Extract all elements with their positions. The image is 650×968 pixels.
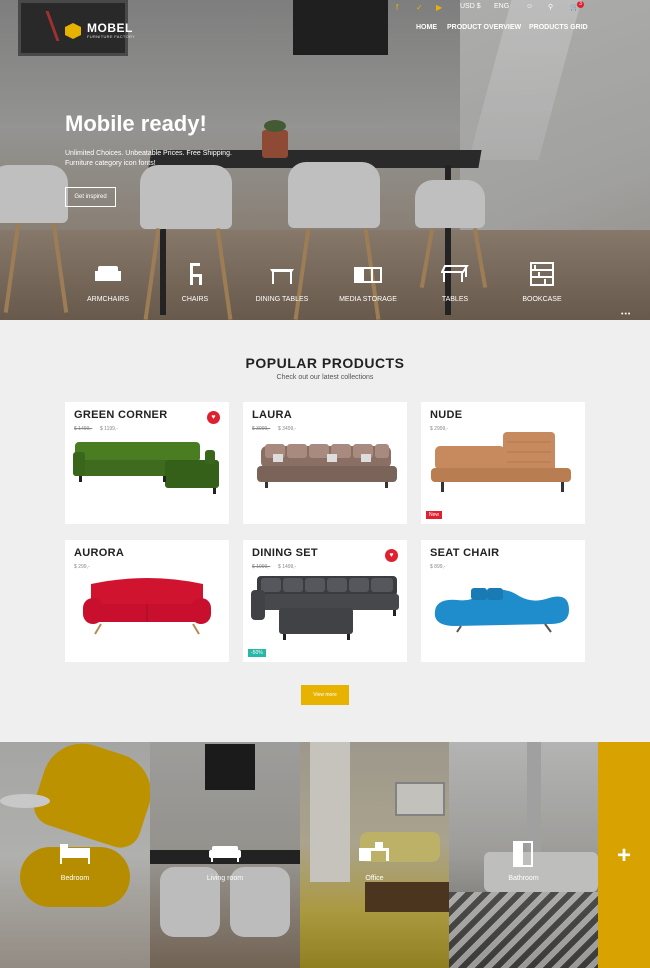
plus-icon: +	[616, 842, 631, 869]
category-media-storage[interactable]: MEDIA STORAGE	[328, 262, 408, 303]
product-name: AURORA	[74, 547, 125, 559]
sofa-image	[73, 442, 219, 494]
logo-icon[interactable]	[65, 23, 81, 39]
sofa-icon	[209, 846, 241, 862]
room-tile-living-room[interactable]: Living room	[150, 742, 300, 968]
product-card[interactable]: LAURA $ 3999,- $ 3499,-	[243, 402, 407, 524]
hero-subtitle: Unlimited Choices. Unbeatable Prices. Fr…	[65, 150, 232, 167]
category-label: ARMCHAIRS	[86, 296, 129, 303]
section-subtitle: Check out our latest collections	[276, 374, 374, 381]
sofa-image	[251, 576, 399, 640]
table-icon	[441, 265, 469, 282]
media-storage-icon	[354, 267, 382, 283]
view-more-button[interactable]: View more	[301, 685, 349, 705]
navbar: MOBEL FURNITURE FACTORY f ✓ ▶ USD $ ENG …	[0, 0, 650, 45]
language-selector[interactable]: ENG	[494, 3, 509, 10]
product-card[interactable]: SEAT CHAIR $ 899,-	[421, 540, 585, 662]
bed-icon	[60, 844, 90, 864]
favorite-heart-icon[interactable]: ♥	[385, 549, 398, 562]
room-label: Living room	[206, 875, 244, 882]
armchair-icon	[95, 266, 121, 281]
product-card[interactable]: NUDE $ 2999,- New	[421, 402, 585, 524]
product-name: NUDE	[430, 409, 463, 421]
currency-selector[interactable]: USD $	[460, 3, 481, 10]
sofa-image	[257, 444, 397, 488]
nav-home[interactable]: HOME	[416, 24, 437, 31]
category-label: CHAIRS	[181, 296, 209, 303]
rooms-strip: Bedroom Living room Office Bathroom +	[0, 742, 650, 968]
room-label: Office	[365, 875, 384, 882]
category-label: BOOKCASE	[522, 296, 562, 303]
more-rooms-button[interactable]: +	[598, 742, 650, 968]
sofa-image	[431, 432, 571, 492]
hero-title: Mobile ready!	[65, 111, 207, 136]
product-name: LAURA	[252, 409, 292, 421]
category-chairs[interactable]: CHAIRS	[155, 262, 235, 303]
room-tile-office[interactable]: Office	[300, 742, 449, 968]
youtube-icon[interactable]: ▶	[436, 3, 442, 12]
category-tables[interactable]: TABLES	[415, 262, 495, 303]
bookcase-icon	[530, 262, 554, 286]
category-bookcase[interactable]: BOOKCASE	[502, 262, 582, 303]
room-tile-bedroom[interactable]: Bedroom	[0, 742, 150, 968]
category-label: DINING TABLES	[255, 296, 309, 303]
twitter-icon[interactable]: ✓	[416, 3, 423, 12]
category-dining-tables[interactable]: DINING TABLES	[242, 262, 322, 303]
bathroom-icon	[513, 841, 533, 867]
product-name: DINING SET	[252, 547, 318, 559]
desk-icon	[359, 842, 389, 861]
get-inspired-button[interactable]: Get inspired	[65, 187, 116, 207]
dining-table-icon	[270, 269, 294, 284]
section-title: POPULAR PRODUCTS	[245, 355, 405, 371]
user-icon[interactable]: ☺	[526, 3, 533, 10]
product-card[interactable]: AURORA $ 299,-	[65, 540, 229, 662]
room-label: Bedroom	[60, 875, 90, 882]
category-label: MEDIA STORAGE	[339, 296, 397, 303]
product-card[interactable]: GREEN CORNER $ 1499,- $ 1199,- ♥	[65, 402, 229, 524]
product-badge-discount: -50%	[248, 649, 266, 657]
product-badge-new: New	[426, 511, 443, 519]
facebook-icon[interactable]: f	[396, 3, 398, 12]
product-name: SEAT CHAIR	[430, 547, 500, 559]
logo-text[interactable]: MOBEL	[87, 21, 133, 35]
product-card[interactable]: DINING SET $ 1999,- $ 1499,- ♥ -50%	[243, 540, 407, 662]
logo-tagline: FURNITURE FACTORY	[87, 34, 136, 39]
search-icon[interactable]: ⚲	[548, 3, 553, 11]
favorite-heart-icon[interactable]: ♥	[207, 411, 220, 424]
room-tile-bathroom[interactable]: Bathroom	[449, 742, 598, 968]
chair-icon	[190, 263, 202, 285]
slider-dots[interactable]: •••	[621, 311, 631, 318]
nav-products-grid[interactable]: PRODUCTS GRID	[529, 24, 588, 31]
room-label: Bathroom	[508, 875, 539, 882]
nav-product-overview[interactable]: PRODUCT OVERVIEW	[447, 24, 521, 31]
sofa-image	[434, 588, 569, 633]
category-armchairs[interactable]: ARMCHAIRS	[68, 262, 148, 303]
category-label: TABLES	[441, 296, 469, 303]
product-name: GREEN CORNER	[74, 409, 168, 421]
cart-count-badge: 3	[577, 1, 584, 8]
sofa-image	[83, 578, 211, 635]
